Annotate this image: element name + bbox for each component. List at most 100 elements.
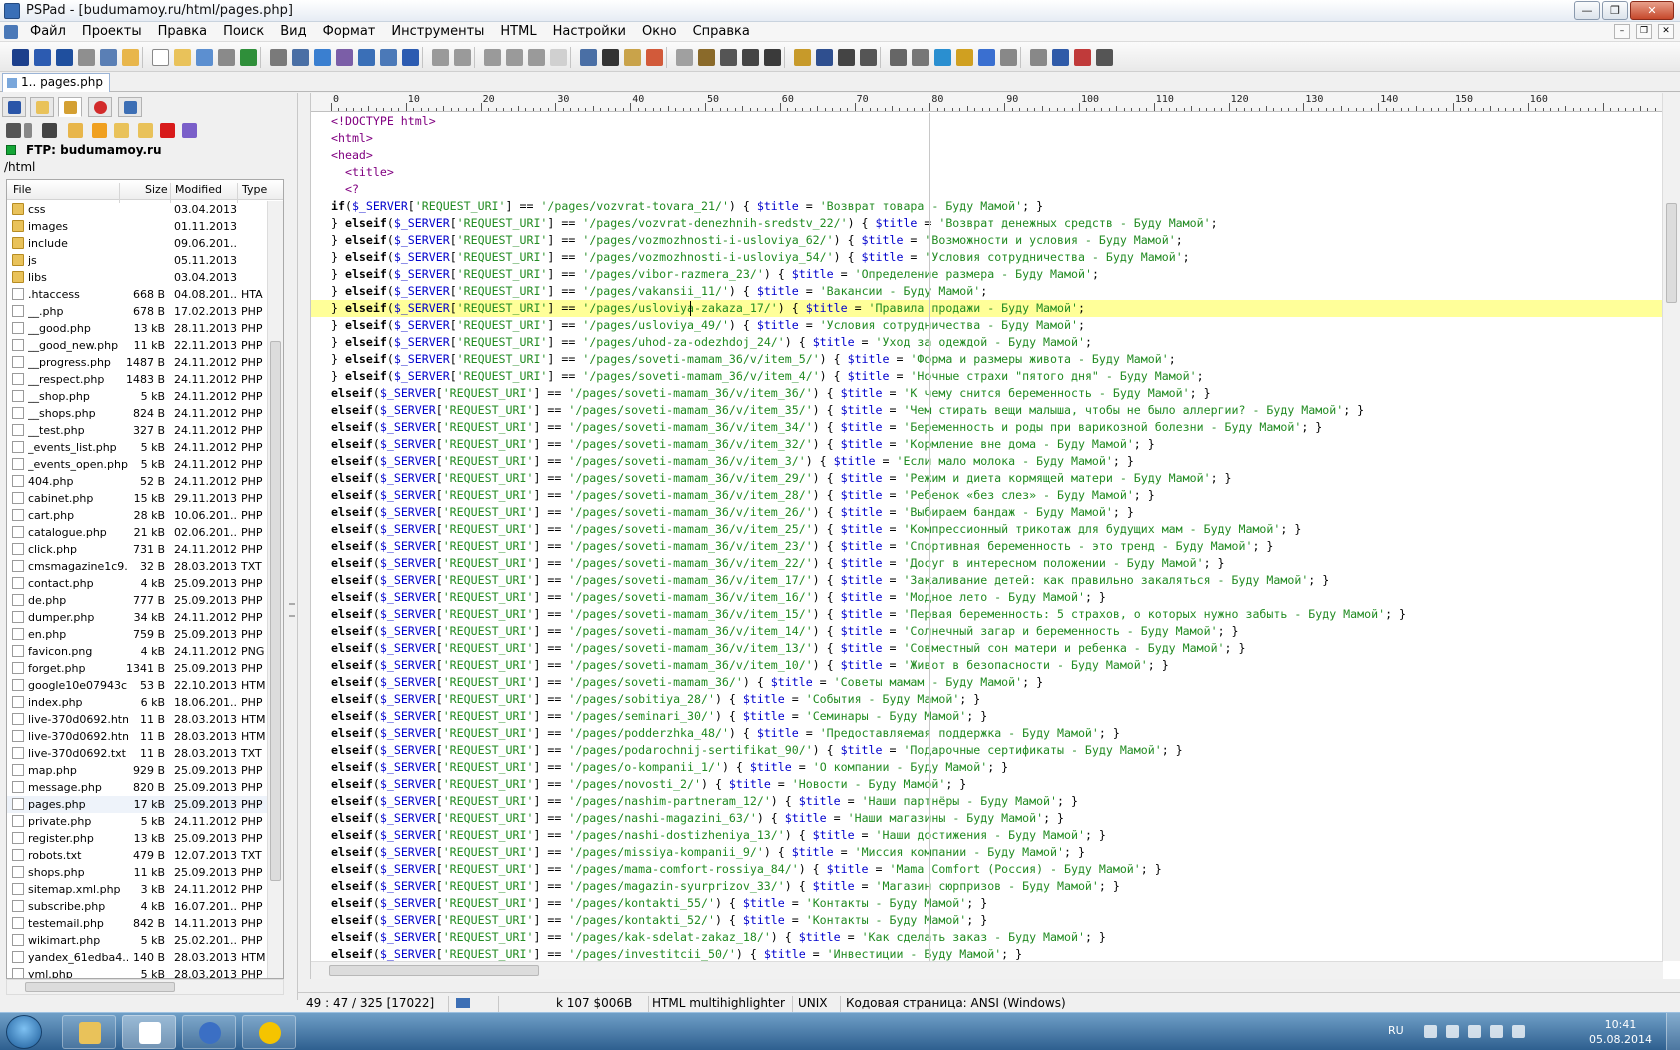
code-line[interactable]: elseif($_SERVER['REQUEST_URI'] == '/page… [311,606,1663,623]
line-ending[interactable]: UNIX [798,996,828,1010]
code-line[interactable]: elseif($_SERVER['REQUEST_URI'] == '/page… [311,844,1663,861]
open-folder-icon[interactable] [114,123,129,138]
code-line[interactable]: <head> [311,147,1663,164]
file-row[interactable]: subscribe.php 4 kB 16.07.201... PHP [7,898,269,915]
file-row[interactable]: __test.php 327 B 24.11.2012 PHP [7,422,269,439]
code-line[interactable]: elseif($_SERVER['REQUEST_URI'] == '/page… [311,929,1663,946]
goto-icon[interactable] [314,49,331,66]
bracket-icon[interactable] [336,49,353,66]
taskbar-pspad[interactable] [122,1015,176,1049]
code-line[interactable]: } elseif($_SERVER['REQUEST_URI'] == '/pa… [311,232,1663,249]
file-row[interactable]: forget.php 1341 B 25.09.2013 PHP [7,660,269,677]
code-line[interactable]: elseif($_SERVER['REQUEST_URI'] == '/page… [311,895,1663,912]
editor-vscroll[interactable] [1662,93,1680,961]
file-row[interactable]: click.php 731 B 24.11.2012 PHP [7,541,269,558]
file-row[interactable]: live-370d0692.html 11 B 28.03.2013 HTM [7,728,269,745]
menu-item[interactable]: Файл [22,22,74,42]
file-row[interactable]: catalogue.php 21 kB 02.06.201... PHP [7,524,269,541]
code-line[interactable]: elseif($_SERVER['REQUEST_URI'] == '/page… [311,589,1663,606]
menu-item[interactable]: Справка [685,22,758,42]
file-row[interactable]: google10e07943c... 53 B 22.10.2013 HTM [7,677,269,694]
col-type[interactable]: Type [242,183,267,196]
code-line[interactable]: elseif($_SERVER['REQUEST_URI'] == '/page… [311,470,1663,487]
menu-item[interactable]: Инструменты [383,22,492,42]
tab-ftp[interactable] [58,97,82,117]
file-row[interactable]: shops.php 11 kB 25.09.2013 PHP [7,864,269,881]
file-row[interactable]: 404.php 52 B 24.11.2012 PHP [7,473,269,490]
delete-icon[interactable] [160,123,175,138]
file-row[interactable]: cart.php 28 kB 10.06.201... PHP [7,507,269,524]
file-row[interactable]: __good.php 13 kB 28.11.2013 PHP [7,320,269,337]
save-project-icon[interactable] [56,49,73,66]
volume-icon[interactable] [1490,1025,1503,1038]
clock[interactable]: 10:41 05.08.2014 [1589,1017,1652,1047]
code-line[interactable]: elseif($_SERVER['REQUEST_URI'] == '/page… [311,657,1663,674]
code-line[interactable]: <html> [311,130,1663,147]
code-line[interactable]: elseif($_SERVER['REQUEST_URI'] == '/page… [311,912,1663,929]
col-modified[interactable]: Modified [175,183,222,196]
code-area[interactable]: <!DOCTYPE html> <html> <head> <title> <? if… [311,113,1663,961]
tab-favorites[interactable] [88,97,112,117]
code-line[interactable]: elseif($_SERVER['REQUEST_URI'] == '/page… [311,674,1663,691]
code-line[interactable]: elseif($_SERVER['REQUEST_URI'] == '/page… [311,878,1663,895]
code-line[interactable]: } elseif($_SERVER['REQUEST_URI'] == '/pa… [311,266,1663,283]
paste-icon[interactable] [528,49,545,66]
file-row[interactable]: js 05.11.2013 [7,252,269,269]
format-icon[interactable] [580,49,597,66]
maximize-button[interactable]: ❐ [1602,1,1628,20]
search-icon[interactable] [270,49,287,66]
col-divider[interactable] [170,183,171,203]
file-row[interactable]: __progress.php 1487 B 24.11.2012 PHP [7,354,269,371]
file-row[interactable]: __good_new.php 11 kB 22.11.2013 PHP [7,337,269,354]
tab-pages-php[interactable]: 1.. pages.php [2,73,110,92]
file-row[interactable]: sitemap.xml.php 3 kB 24.11.2012 PHP [7,881,269,898]
code-line[interactable]: } elseif($_SERVER['REQUEST_URI'] == '/pa… [311,283,1663,300]
code-line[interactable]: elseif($_SERVER['REQUEST_URI'] == '/page… [311,402,1663,419]
file-row[interactable]: __respect.php 1483 B 24.11.2012 PHP [7,371,269,388]
file-row[interactable]: en.php 759 B 25.09.2013 PHP [7,626,269,643]
code-line[interactable]: <? [311,181,1663,198]
save-file-icon[interactable] [196,49,213,66]
menu-item[interactable]: Настройки [545,22,634,42]
file-row[interactable]: include 09.06.201... [7,235,269,252]
show-desktop-button[interactable] [1666,1013,1680,1050]
code-line[interactable]: } elseif($_SERVER['REQUEST_URI'] == '/pa… [311,300,1663,317]
new-folder-icon[interactable] [138,123,153,138]
code-line[interactable]: <title> [311,164,1663,181]
file-row[interactable]: robots.txt 479 B 12.07.2013 TXT [7,847,269,864]
col-file[interactable]: File [13,183,31,196]
code-line[interactable]: elseif($_SERVER['REQUEST_URI'] == '/page… [311,436,1663,453]
code-line[interactable]: elseif($_SERVER['REQUEST_URI'] == '/page… [311,725,1663,742]
code-line[interactable]: elseif($_SERVER['REQUEST_URI'] == '/page… [311,385,1663,402]
code-line[interactable]: elseif($_SERVER['REQUEST_URI'] == '/page… [311,810,1663,827]
tag-icon[interactable] [912,49,929,66]
file-row[interactable]: css 03.04.2013 [7,201,269,218]
connect-icon[interactable] [6,123,21,138]
minimize-button[interactable]: — [1574,1,1600,20]
file-row[interactable]: contact.php 4 kB 25.09.2013 PHP [7,575,269,592]
document-menu-icon[interactable] [4,25,18,39]
col-divider[interactable] [237,183,238,203]
lock-icon[interactable] [698,49,715,66]
code-line[interactable]: } elseif($_SERVER['REQUEST_URI'] == '/pa… [311,249,1663,266]
file-row[interactable]: index.php 6 kB 18.06.201... PHP [7,694,269,711]
print-icon[interactable] [402,49,419,66]
flag-icon[interactable] [1446,1025,1459,1038]
code-line[interactable]: } elseif($_SERVER['REQUEST_URI'] == '/pa… [311,368,1663,385]
splitter-grip[interactable] [289,603,295,617]
close-project-icon[interactable] [78,49,95,66]
code-line[interactable]: <!DOCTYPE html> [311,113,1663,130]
menu-item[interactable]: Проекты [74,22,150,42]
file-list-vscroll[interactable] [267,201,283,978]
bookmark-icon[interactable] [764,49,781,66]
copy-icon[interactable] [506,49,523,66]
scroll-thumb[interactable] [25,982,175,992]
file-row[interactable]: .htaccess 668 B 04.08.201... HTA [7,286,269,303]
open-file-icon[interactable] [174,49,191,66]
taskbar-explorer[interactable] [62,1015,116,1049]
file-row[interactable]: __.php 678 B 17.02.2013 PHP [7,303,269,320]
table-icon[interactable] [838,49,855,66]
tab-files[interactable] [30,97,54,117]
codepage[interactable]: Кодовая страница: ANSI (Windows) [846,996,1066,1010]
code-editor[interactable]: 0 10 20 30 40 50 60 70 80 90 100 110 120 130 140 150 160… [310,93,1680,979]
